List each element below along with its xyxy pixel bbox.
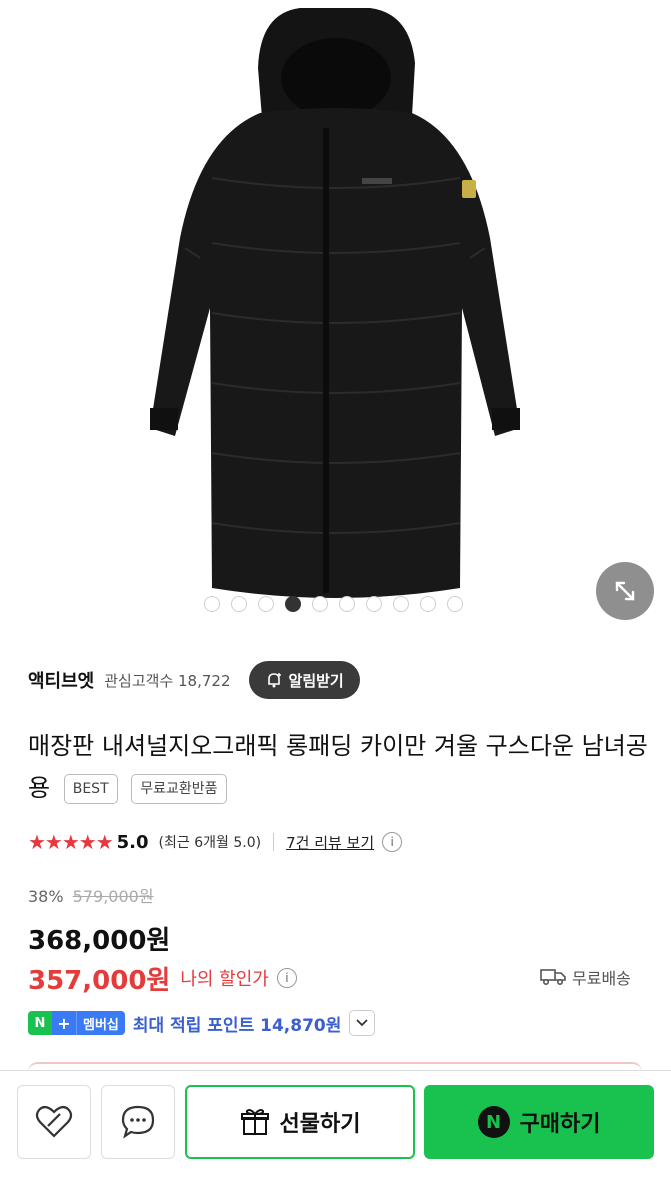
rating-row: ★★★★★ 5.0 (최근 6개월 5.0) 7건 리뷰 보기 i [28,828,403,856]
badge-member: 멤버십 [76,1011,125,1035]
chat-bubble-icon [121,1105,155,1139]
gift-button[interactable]: 선물하기 [185,1085,415,1159]
carousel-dot[interactable] [393,596,409,612]
carousel-dot[interactable] [258,596,274,612]
talk-button[interactable] [101,1085,175,1159]
truck-icon [540,969,566,986]
sale-price: 368,000원 [28,926,171,956]
carousel-indicators [204,596,463,612]
gift-label: 선물하기 [279,1112,361,1137]
badge-plus: + [52,1011,76,1035]
discount-row: 38% 579,000원 [28,883,154,907]
points-expand-button[interactable] [349,1010,376,1036]
shipping-info: 무료배송 [540,965,631,989]
carousel-dot[interactable] [204,596,220,612]
naver-plus-membership-badge: N + 멤버십 [28,1011,125,1035]
shipping-label: 무료배송 [572,969,631,988]
zoom-button[interactable] [596,562,654,620]
store-row: 액티브엣 관심고객수 18,722 알림받기 [28,660,360,700]
carousel-dot[interactable] [339,596,355,612]
followers-count: 관심고객수 18,722 [104,671,231,690]
rating-score: 5.0 [116,831,149,853]
my-discount-label: 나의 할인가 [180,969,269,990]
buy-label: 구매하기 [519,1112,601,1137]
bottom-action-bar: 선물하기 N 구매하기 [0,1070,671,1200]
carousel-dot[interactable] [447,596,463,612]
carousel-dot[interactable] [285,596,301,612]
product-image-carousel[interactable] [0,0,671,640]
chevron-down-icon [356,1019,369,1027]
carousel-dot[interactable] [312,596,328,612]
carousel-dot[interactable] [420,596,436,612]
notify-label: 알림받기 [288,671,344,690]
rating-recent: (최근 6개월 5.0) [158,835,262,851]
my-price-row: 357,000원 나의 할인가 i [28,960,297,996]
my-discount-price: 357,000원 [28,965,171,996]
product-title: 매장판 내셔널지오그래픽 롱패딩 카이만 겨울 구스다운 남녀공용 BEST 무… [28,725,648,809]
discount-percent: 38% [28,887,64,906]
badge-n: N [28,1011,52,1035]
original-price: 579,000원 [72,887,154,906]
info-icon[interactable]: i [276,968,297,988]
divider [273,833,275,851]
tag-best: BEST [63,774,118,804]
max-points: 최대 적립 포인트 14,870원 [132,1015,342,1036]
bell-plus-icon [267,673,281,688]
notify-button[interactable]: 알림받기 [248,661,360,699]
like-button[interactable] [17,1085,91,1159]
gift-icon [240,1109,269,1135]
carousel-dot[interactable] [231,596,247,612]
carousel-dot[interactable] [366,596,382,612]
product-image [150,8,520,598]
product-title-text: 매장판 내셔널지오그래픽 롱패딩 카이만 겨울 구스다운 남녀공용 [28,732,648,802]
points-row: N + 멤버십 최대 적립 포인트 14,870원 [28,1008,376,1038]
star-rating-icon: ★★★★★ [28,830,114,854]
tag-free-return: 무료교환반품 [131,774,227,804]
info-icon[interactable]: i [382,832,403,852]
heart-share-icon [35,1105,73,1138]
expand-icon [615,581,635,601]
store-name[interactable]: 액티브엣 [28,667,94,693]
review-link[interactable]: 7건 리뷰 보기 [286,832,374,853]
naver-pay-icon: N [477,1106,510,1138]
buy-button[interactable]: N 구매하기 [424,1085,654,1159]
